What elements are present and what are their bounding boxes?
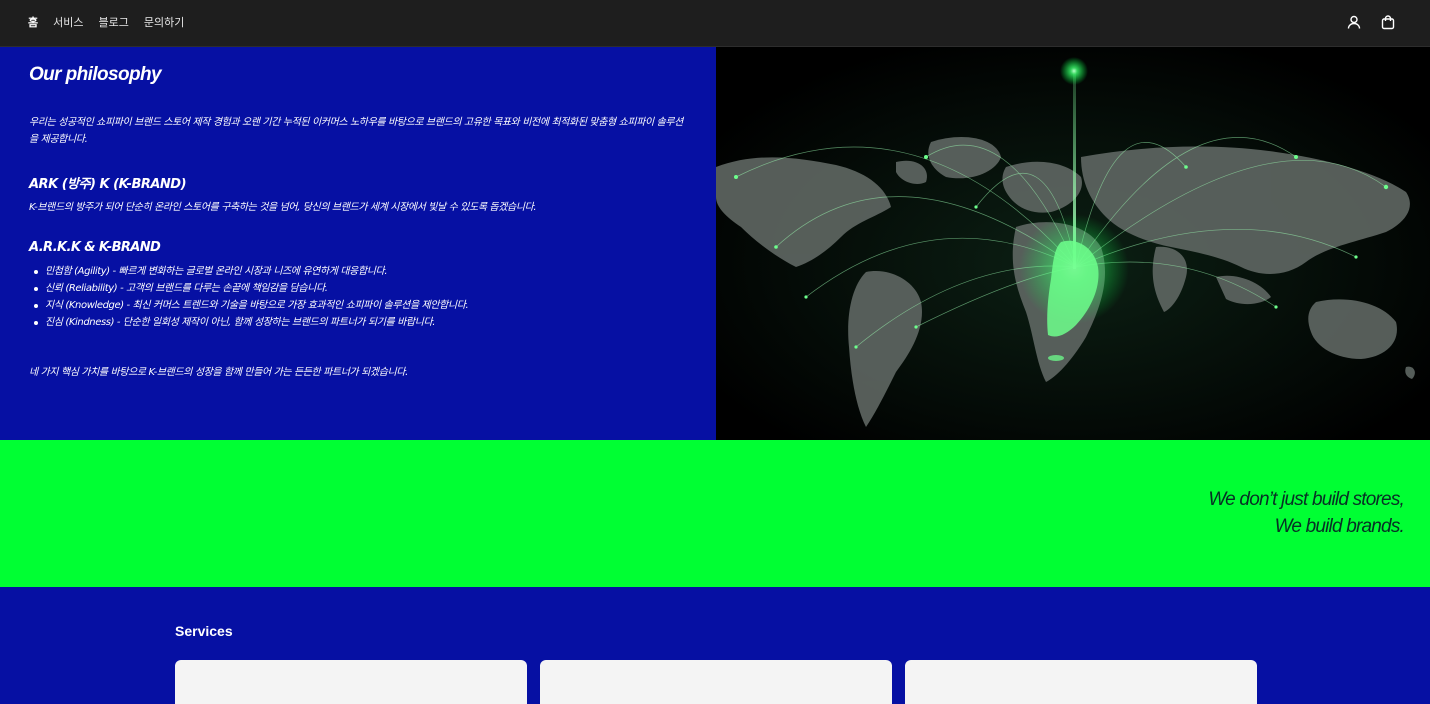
ark-heading-tail: (K-BRAND) (113, 177, 187, 192)
philosophy-closing: 네 가지 핵심 가치를 바탕으로 K-브랜드의 성장을 함께 만들어 가는 든든… (29, 367, 408, 378)
services-section: Services (0, 587, 1430, 704)
value-item-kindness: 진심 (Kindness) - 단순한 일회성 제작이 아닌, 함께 성장하는 … (34, 314, 689, 331)
services-title: Services (175, 623, 233, 639)
ark-heading: ARK (방주) K (K-BRAND) (29, 173, 689, 192)
nav-contact[interactable]: 문의하기 (144, 14, 184, 30)
tagline-banner: We don’t just build stores, We build bra… (0, 440, 1430, 587)
value-item-reliability: 신뢰 (Reliability) - 고객의 브랜드를 다루는 손끝에 책임감을… (34, 280, 689, 297)
value-item-knowledge: 지식 (Knowledge) - 최신 커머스 트렌드와 기술을 바탕으로 가장… (34, 297, 689, 314)
values-heading: A.R.K.K & K-BRAND (29, 240, 161, 255)
ark-heading-bold-2: K (99, 177, 110, 192)
tagline-line-2: We build brands. (1274, 516, 1405, 537)
service-card-3[interactable] (905, 660, 1257, 704)
world-map-image (716, 47, 1430, 440)
philosophy-section: Our philosophy 우리는 성공적인 쇼피파이 브랜드 스토어 제작 … (0, 47, 716, 440)
tagline: We don’t just build stores, We build bra… (1208, 486, 1404, 540)
value-item-agility: 민첩함 (Agility) - 빠르게 변화하는 글로벌 온라인 시장과 니즈에… (34, 263, 689, 280)
ark-text: K-브랜드의 방주가 되어 단순히 온라인 스토어를 구축하는 것을 넘어, 당… (29, 202, 537, 213)
philosophy-title: Our philosophy (29, 64, 162, 85)
site-header: 홈 서비스 블로그 문의하기 (0, 0, 1430, 47)
account-icon[interactable] (1346, 14, 1362, 30)
philosophy-content: Our philosophy 우리는 성공적인 쇼피파이 브랜드 스토어 제작 … (29, 47, 689, 378)
nav-blog[interactable]: 블로그 (99, 14, 129, 30)
philosophy-intro: 우리는 성공적인 쇼피파이 브랜드 스토어 제작 경험과 오랜 기간 누적된 이… (29, 117, 683, 145)
nav-services[interactable]: 서비스 (53, 14, 83, 30)
values-list: 민첩함 (Agility) - 빠르게 변화하는 글로벌 온라인 시장과 니즈에… (29, 263, 689, 331)
header-actions (1346, 14, 1396, 30)
service-card-2[interactable] (540, 660, 892, 704)
tagline-line-1: We don’t just build stores, (1208, 489, 1404, 510)
ark-heading-bold-1: ARK (29, 177, 58, 192)
nav-home[interactable]: 홈 (28, 14, 38, 30)
ark-heading-paren: (방주) (61, 177, 96, 192)
cart-icon[interactable] (1380, 14, 1396, 30)
main-nav: 홈 서비스 블로그 문의하기 (28, 14, 184, 30)
service-card-1[interactable] (175, 660, 527, 704)
